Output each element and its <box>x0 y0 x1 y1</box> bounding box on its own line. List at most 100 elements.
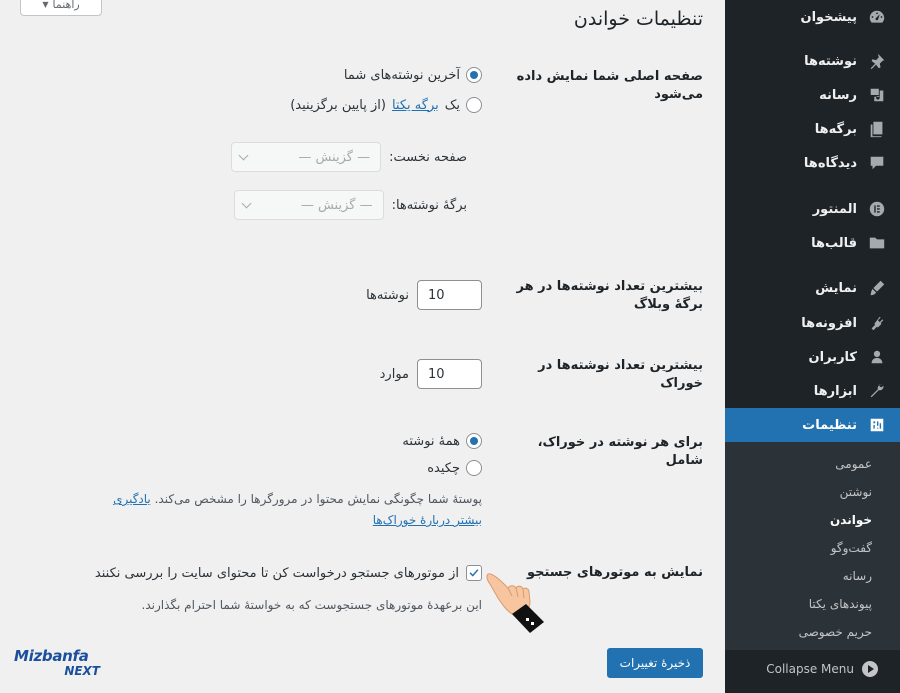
homepage-label: صفحه اصلی شما نمایش داده می‌شود <box>516 69 703 102</box>
static-page-link[interactable]: برگه یکتا <box>392 98 439 113</box>
sidebar-item-label: المنتور <box>812 201 857 217</box>
sidebar-item-label: تنظیمات <box>802 417 857 433</box>
sidebar-item-users[interactable]: کاربران <box>725 340 900 374</box>
option-excerpt-label: چکیده <box>427 460 460 476</box>
logo-line2: NEXT <box>64 664 100 678</box>
rss-content-desc-line2: بیشتر دربارهٔ خوراک‌ها <box>373 509 482 531</box>
rss-content-label: برای هر نوشته در خوراک، شامل <box>537 435 703 468</box>
posts-page-select[interactable]: — گزینش — <box>233 190 384 220</box>
tools-icon <box>867 381 887 401</box>
posts-per-rss-input[interactable] <box>417 359 482 389</box>
pin-icon <box>867 51 887 71</box>
posts-per-page-row: نوشته‌ها <box>366 280 482 310</box>
sidebar-item-label: افزونه‌ها <box>801 315 857 331</box>
sidebar-item-plugins[interactable]: افزونه‌ها <box>725 306 900 340</box>
media-icon <box>867 85 887 105</box>
pointing-hand-icon <box>486 573 544 633</box>
main-content: راهنما ▼ تنظیمات خواندن صفحه اصلی شما نم… <box>0 0 725 693</box>
logo-line1: Mizbanfa <box>14 647 89 665</box>
discourage-search-checkbox[interactable] <box>466 565 482 581</box>
option-static-page[interactable]: یک برگه یکتا (از پایین برگزینید) <box>290 97 482 113</box>
posts-page-row: برگهٔ نوشته‌ها: — گزینش — <box>233 190 467 220</box>
posts-per-rss-label: بیشترین تعداد نوشته‌ها در خوراک <box>538 358 703 391</box>
sidebar-item-label: دیدگاه‌ها <box>803 155 857 171</box>
sidebar-item-label: کاربران <box>808 349 857 365</box>
learn-more-link-2[interactable]: بیشتر دربارهٔ خوراک‌ها <box>373 513 482 527</box>
posts-per-rss-unit: موارد <box>379 366 409 382</box>
help-tab[interactable]: راهنما ▼ <box>20 0 102 16</box>
option-full-text[interactable]: همهٔ نوشته <box>402 433 482 449</box>
posts-per-page-unit: نوشته‌ها <box>366 287 409 303</box>
dashboard-icon <box>867 7 887 27</box>
posts-per-page-input[interactable] <box>417 280 482 310</box>
submenu-item-general[interactable]: عمومی <box>725 450 900 478</box>
sidebar-item-templates[interactable]: قالب‌ها <box>725 226 900 260</box>
sidebar-item-media[interactable]: رسانه <box>725 78 900 112</box>
rss-content-desc: پوستهٔ شما چگونگی نمایش محتوا در مرورگره… <box>113 488 482 510</box>
sidebar-item-elementor[interactable]: المنتور <box>725 192 900 226</box>
posts-page-select-value: — گزینش — <box>300 197 373 213</box>
checkmark-icon <box>469 569 479 577</box>
sidebar-item-label: نوشته‌ها <box>804 53 857 69</box>
search-visibility-row[interactable]: از موتورهای جستجو درخواست کن تا محتوای س… <box>95 565 482 581</box>
elementor-icon <box>867 199 887 219</box>
sidebar-item-comments[interactable]: دیدگاه‌ها <box>725 146 900 180</box>
sidebar-item-appearance[interactable]: نمایش <box>725 271 900 305</box>
admin-sidebar: پیشخوان نوشته‌ها رسانه برگه‌ها دیدگاه‌ها… <box>717 0 900 693</box>
option-static-suffix: (از پایین برگزینید) <box>290 97 386 113</box>
submenu-item-media[interactable]: رسانه <box>725 562 900 590</box>
radio-latest-posts[interactable] <box>466 67 482 83</box>
settings-icon <box>867 415 887 435</box>
chevron-down-icon <box>241 198 252 208</box>
save-changes-button[interactable]: ذخیرهٔ تغییرات <box>607 648 703 678</box>
collapse-arrow-icon <box>862 661 878 677</box>
radio-excerpt[interactable] <box>466 460 482 476</box>
front-page-label: صفحه نخست: <box>389 149 467 165</box>
sidebar-item-tools[interactable]: ابزارها <box>725 374 900 408</box>
sidebar-item-pages[interactable]: برگه‌ها <box>725 112 900 146</box>
pages-icon <box>867 119 887 139</box>
posts-page-label: برگهٔ نوشته‌ها: <box>391 197 467 213</box>
chevron-down-icon <box>238 150 249 160</box>
folder-icon <box>867 233 887 253</box>
learn-more-link[interactable]: یادگیری <box>113 492 151 506</box>
option-full-text-label: همهٔ نوشته <box>402 433 460 449</box>
front-page-select[interactable]: — گزینش — <box>231 142 382 172</box>
discourage-search-label: از موتورهای جستجو درخواست کن تا محتوای س… <box>94 565 459 581</box>
sidebar-item-label: نمایش <box>815 280 857 296</box>
sidebar-item-posts[interactable]: نوشته‌ها <box>725 44 900 78</box>
sidebar-item-label: ابزارها <box>813 383 857 399</box>
sidebar-item-label: قالب‌ها <box>811 235 857 251</box>
mizbanfa-logo: Mizbanfa NEXT <box>14 648 106 680</box>
rss-content-desc-text: پوستهٔ شما چگونگی نمایش محتوا در مرورگره… <box>154 492 482 506</box>
users-icon <box>867 347 887 367</box>
chevron-down-icon: ▼ <box>42 0 49 9</box>
submenu-item-reading[interactable]: خواندن <box>725 506 900 534</box>
sidebar-item-dashboard[interactable]: پیشخوان <box>725 0 900 34</box>
option-static-prefix: یک <box>444 97 460 113</box>
sidebar-item-label: برگه‌ها <box>814 121 857 137</box>
front-page-select-value: — گزینش — <box>298 149 371 165</box>
sidebar-item-settings[interactable]: تنظیمات <box>717 408 900 442</box>
collapse-menu-label: Collapse Menu <box>766 662 854 676</box>
settings-submenu: عمومی نوشتن خواندن گفت‌وگو رسانه پیوندها… <box>725 442 900 650</box>
radio-static-page[interactable] <box>466 97 482 113</box>
option-latest-posts[interactable]: آخرین نوشته‌های شما <box>344 67 482 83</box>
posts-per-rss-row: موارد <box>380 359 482 389</box>
radio-full-text[interactable] <box>466 433 482 449</box>
submenu-item-permalinks[interactable]: پیوندهای یکتا <box>725 590 900 618</box>
submenu-item-privacy[interactable]: حریم خصوصی <box>725 618 900 646</box>
sidebar-item-label: رسانه <box>819 87 857 103</box>
help-tab-label: راهنما <box>52 0 80 11</box>
front-page-row: صفحه نخست: — گزینش — <box>231 142 467 172</box>
search-visibility-desc: این برعهدهٔ موتورهای جستجوست که به خواست… <box>141 598 482 612</box>
option-excerpt[interactable]: چکیده <box>427 460 482 476</box>
submenu-item-discussion[interactable]: گفت‌وگو <box>725 534 900 562</box>
option-latest-posts-label: آخرین نوشته‌های شما <box>343 67 460 83</box>
comments-icon <box>867 153 887 173</box>
collapse-menu-button[interactable]: Collapse Menu <box>725 652 900 686</box>
appearance-icon <box>867 278 887 298</box>
posts-per-page-label: بیشترین تعداد نوشته‌ها در هر برگهٔ وبلاگ <box>516 279 703 312</box>
page-title: تنظیمات خواندن <box>573 8 703 30</box>
submenu-item-writing[interactable]: نوشتن <box>725 478 900 506</box>
